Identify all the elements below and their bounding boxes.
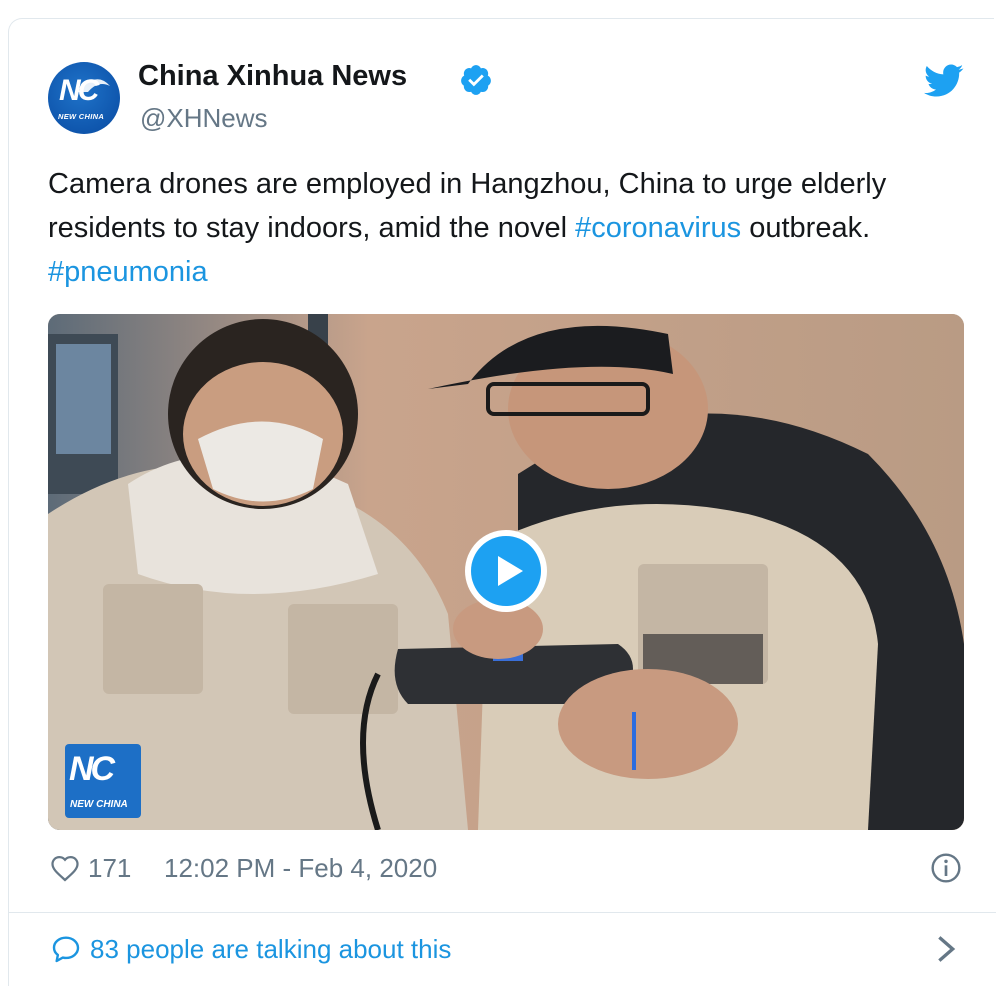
footer-divider	[8, 912, 996, 913]
tweet-text: Camera drones are employed in Hangzhou, …	[48, 162, 968, 294]
twitter-bird-icon[interactable]	[924, 64, 964, 98]
author-name[interactable]: China Xinhua News	[138, 60, 407, 93]
hashtag-pneumonia[interactable]: #pneumonia	[48, 256, 208, 288]
author-avatar[interactable]: NC NEW CHINA	[48, 62, 120, 134]
avatar-logo-subtext: NEW CHINA	[58, 112, 105, 121]
tweet-text-part2: outbreak.	[741, 212, 871, 244]
new-china-watermark: NC NEW CHINA	[65, 744, 141, 818]
watermark-logo-subtext: NEW CHINA	[70, 799, 128, 810]
conversation-link[interactable]: 83 people are talking about this	[50, 931, 451, 967]
play-button-circle	[471, 536, 541, 606]
speech-bubble-icon	[52, 936, 80, 963]
play-icon	[498, 556, 523, 586]
author-handle[interactable]: @XHNews	[140, 103, 268, 134]
heart-icon	[51, 855, 79, 882]
video-blue-marker	[632, 712, 636, 770]
chevron-right-icon[interactable]	[936, 934, 956, 964]
play-button[interactable]	[465, 530, 547, 612]
verified-badge-icon	[461, 65, 491, 95]
like-button[interactable]: 171	[50, 852, 131, 884]
avatar-logo-text: NC	[59, 74, 99, 107]
info-icon[interactable]	[930, 852, 962, 884]
tweet-timestamp[interactable]: 12:02 PM - Feb 4, 2020	[164, 852, 437, 884]
likes-count: 171	[88, 852, 132, 883]
conversation-label: 83 people are talking about this	[90, 933, 452, 964]
hashtag-coronavirus[interactable]: #coronavirus	[575, 212, 741, 244]
watermark-logo-text: NC	[69, 750, 115, 788]
